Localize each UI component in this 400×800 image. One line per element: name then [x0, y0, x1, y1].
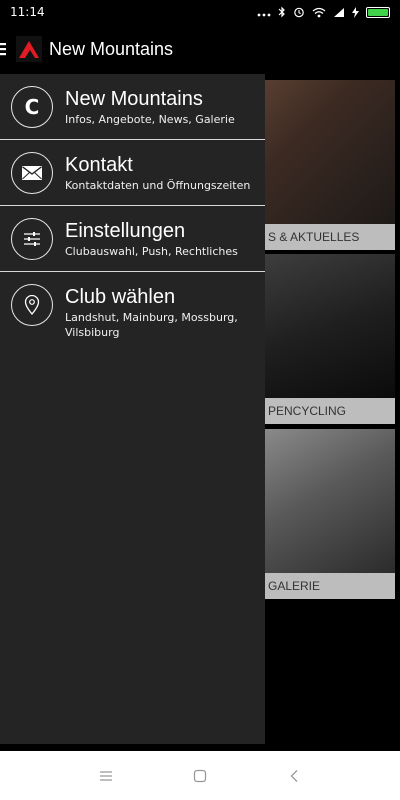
- club-logo-icon: C: [11, 86, 53, 128]
- app-bar: New Mountains: [0, 24, 400, 74]
- location-pin-icon: [11, 284, 53, 326]
- drawer-item-kontakt[interactable]: Kontakt Kontaktdaten und Öffnungszeiten: [0, 139, 265, 205]
- drawer-item-title: Einstellungen: [65, 220, 186, 242]
- drawer-item-new-mountains[interactable]: C New Mountains Infos, Angebote, News, G…: [0, 74, 265, 139]
- alarm-icon: [293, 3, 305, 22]
- drawer-item-club-waehlen[interactable]: Club wählen Landshut, Mainburg, Mossburg…: [0, 271, 265, 356]
- signal-icon: [333, 3, 345, 22]
- drawer-item-subtitle: Clubauswahl, Push, Rechtliches: [65, 245, 238, 258]
- drawer-item-title: Kontakt: [65, 154, 133, 176]
- battery-icon: [366, 6, 390, 18]
- menu-icon[interactable]: [0, 24, 14, 74]
- dots-icon: [257, 3, 271, 22]
- app-title: New Mountains: [49, 38, 174, 59]
- drawer-item-title: New Mountains: [65, 88, 203, 110]
- status-icons: [257, 3, 390, 22]
- system-nav-bar: [0, 751, 400, 800]
- settings-sliders-icon: [11, 218, 53, 260]
- drawer-item-title: Club wählen: [65, 286, 176, 308]
- drawer-item-einstellungen[interactable]: Einstellungen Clubauswahl, Push, Rechtli…: [0, 205, 265, 271]
- drawer-item-subtitle: Landshut, Mainburg, Mossburg, Vilsbiburg: [65, 311, 238, 339]
- battery-level: [368, 8, 388, 16]
- home-button[interactable]: [188, 764, 212, 788]
- navigation-drawer: C New Mountains Infos, Angebote, News, G…: [0, 74, 265, 744]
- bluetooth-icon: [278, 3, 286, 22]
- club-logo-letter: C: [24, 95, 40, 119]
- status-bar: 11:14: [0, 0, 400, 24]
- charging-icon: [352, 3, 359, 22]
- drawer-item-subtitle: Kontaktdaten und Öffnungszeiten: [65, 179, 251, 192]
- wifi-icon: [312, 3, 326, 22]
- status-time: 11:14: [10, 5, 45, 19]
- recent-apps-button[interactable]: [94, 764, 118, 788]
- back-button[interactable]: [282, 764, 306, 788]
- mail-icon: [11, 152, 53, 194]
- app-logo: [16, 36, 42, 62]
- drawer-item-subtitle: Infos, Angebote, News, Galerie: [65, 113, 235, 126]
